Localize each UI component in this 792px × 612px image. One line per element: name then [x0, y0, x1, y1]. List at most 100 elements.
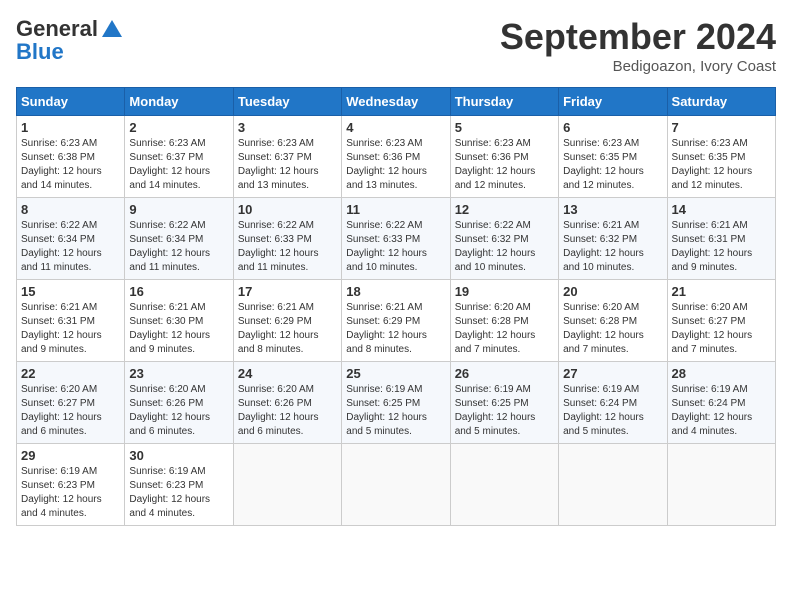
day-info: Sunrise: 6:22 AMSunset: 6:33 PMDaylight:… — [346, 219, 445, 275]
day-info: Sunrise: 6:23 AMSunset: 6:35 PMDaylight:… — [672, 137, 771, 193]
calendar-cell: 23 Sunrise: 6:20 AMSunset: 6:26 PMDayligh… — [125, 362, 233, 444]
logo-icon — [99, 17, 125, 43]
calendar-cell: 27 Sunrise: 6:19 AMSunset: 6:24 PMDayligh… — [559, 362, 667, 444]
day-info: Sunrise: 6:19 AMSunset: 6:24 PMDaylight:… — [672, 383, 771, 439]
calendar-cell: 10Sunrise: 6:22 AMSunset: 6:33 PMDayligh… — [233, 198, 341, 280]
calendar-cell: 6Sunrise: 6:23 AMSunset: 6:35 PMDaylight… — [559, 116, 667, 198]
calendar-cell — [450, 444, 558, 526]
calendar-cell — [342, 444, 450, 526]
day-number: 4 — [346, 120, 445, 135]
calendar-cell — [559, 444, 667, 526]
day-info: Sunrise: 6:20 AMSunset: 6:28 PMDaylight:… — [563, 301, 662, 357]
day-number: 7 — [672, 120, 771, 135]
day-info: Sunrise: 6:20 AMSunset: 6:26 PMDaylight:… — [238, 383, 337, 439]
day-number: 27 — [563, 366, 662, 381]
day-number: 15 — [21, 284, 120, 299]
weekday-header-sunday: Sunday — [17, 88, 125, 116]
day-number: 18 — [346, 284, 445, 299]
calendar-cell — [667, 444, 775, 526]
calendar-cell: 4 Sunrise: 6:23 AMSunset: 6:36 PMDaylight… — [342, 116, 450, 198]
calendar-cell: 13 Sunrise: 6:21 AMSunset: 6:32 PMDayligh… — [559, 198, 667, 280]
calendar-cell: 5 Sunrise: 6:23 AMSunset: 6:36 PMDaylight… — [450, 116, 558, 198]
calendar-cell: 29Sunrise: 6:19 AMSunset: 6:23 PMDayligh… — [17, 444, 125, 526]
week-row-2: 8 Sunrise: 6:22 AMSunset: 6:34 PMDaylight… — [17, 198, 776, 280]
day-info: Sunrise: 6:20 AMSunset: 6:28 PMDaylight:… — [455, 301, 554, 357]
week-row-4: 22Sunrise: 6:20 AMSunset: 6:27 PMDayligh… — [17, 362, 776, 444]
calendar-cell: 1 Sunrise: 6:23 AMSunset: 6:38 PMDaylight… — [17, 116, 125, 198]
calendar-cell: 11Sunrise: 6:22 AMSunset: 6:33 PMDayligh… — [342, 198, 450, 280]
day-number: 19 — [455, 284, 554, 299]
day-number: 10 — [238, 202, 337, 217]
calendar-cell: 21Sunrise: 6:20 AMSunset: 6:27 PMDayligh… — [667, 280, 775, 362]
day-info: Sunrise: 6:21 AMSunset: 6:31 PMDaylight:… — [672, 219, 771, 275]
day-info: Sunrise: 6:22 AMSunset: 6:34 PMDaylight:… — [21, 219, 120, 275]
day-number: 3 — [238, 120, 337, 135]
calendar-cell: 20Sunrise: 6:20 AMSunset: 6:28 PMDayligh… — [559, 280, 667, 362]
day-number: 2 — [129, 120, 228, 135]
day-info: Sunrise: 6:20 AMSunset: 6:26 PMDaylight:… — [129, 383, 228, 439]
calendar-cell: 3 Sunrise: 6:23 AMSunset: 6:37 PMDaylight… — [233, 116, 341, 198]
weekday-header-saturday: Saturday — [667, 88, 775, 116]
day-number: 23 — [129, 366, 228, 381]
day-number: 24 — [238, 366, 337, 381]
day-number: 29 — [21, 448, 120, 463]
day-info: Sunrise: 6:23 AMSunset: 6:37 PMDaylight:… — [129, 137, 228, 193]
day-info: Sunrise: 6:23 AMSunset: 6:38 PMDaylight:… — [21, 137, 120, 193]
location-subtitle: Bedigoazon, Ivory Coast — [500, 58, 776, 75]
page-header: General Blue September 2024 Bedigoazon, … — [16, 16, 776, 75]
calendar-cell: 26 Sunrise: 6:19 AMSunset: 6:25 PMDayligh… — [450, 362, 558, 444]
day-number: 13 — [563, 202, 662, 217]
day-number: 25 — [346, 366, 445, 381]
day-info: Sunrise: 6:20 AMSunset: 6:27 PMDaylight:… — [672, 301, 771, 357]
day-info: Sunrise: 6:21 AMSunset: 6:30 PMDaylight:… — [129, 301, 228, 357]
week-row-5: 29Sunrise: 6:19 AMSunset: 6:23 PMDayligh… — [17, 444, 776, 526]
day-info: Sunrise: 6:21 AMSunset: 6:29 PMDaylight:… — [238, 301, 337, 357]
day-info: Sunrise: 6:19 AMSunset: 6:24 PMDaylight:… — [563, 383, 662, 439]
calendar-cell: 15 Sunrise: 6:21 AMSunset: 6:31 PMDayligh… — [17, 280, 125, 362]
month-title: September 2024 — [500, 16, 776, 58]
calendar-cell: 25Sunrise: 6:19 AMSunset: 6:25 PMDayligh… — [342, 362, 450, 444]
calendar-cell: 2 Sunrise: 6:23 AMSunset: 6:37 PMDaylight… — [125, 116, 233, 198]
title-block: September 2024 Bedigoazon, Ivory Coast — [500, 16, 776, 75]
weekday-header-wednesday: Wednesday — [342, 88, 450, 116]
calendar-cell: 22Sunrise: 6:20 AMSunset: 6:27 PMDayligh… — [17, 362, 125, 444]
weekday-header-monday: Monday — [125, 88, 233, 116]
day-info: Sunrise: 6:22 AMSunset: 6:32 PMDaylight:… — [455, 219, 554, 275]
calendar-cell: 17 Sunrise: 6:21 AMSunset: 6:29 PMDayligh… — [233, 280, 341, 362]
day-number: 8 — [21, 202, 120, 217]
calendar-table: SundayMondayTuesdayWednesdayThursdayFrid… — [16, 87, 776, 526]
day-info: Sunrise: 6:21 AMSunset: 6:29 PMDaylight:… — [346, 301, 445, 357]
weekday-header-tuesday: Tuesday — [233, 88, 341, 116]
day-info: Sunrise: 6:23 AMSunset: 6:37 PMDaylight:… — [238, 137, 337, 193]
day-info: Sunrise: 6:22 AMSunset: 6:34 PMDaylight:… — [129, 219, 228, 275]
calendar-cell — [233, 444, 341, 526]
week-row-3: 15 Sunrise: 6:21 AMSunset: 6:31 PMDayligh… — [17, 280, 776, 362]
day-info: Sunrise: 6:21 AMSunset: 6:31 PMDaylight:… — [21, 301, 120, 357]
calendar-cell: 28 Sunrise: 6:19 AMSunset: 6:24 PMDayligh… — [667, 362, 775, 444]
calendar-cell: 30Sunrise: 6:19 AMSunset: 6:23 PMDayligh… — [125, 444, 233, 526]
day-info: Sunrise: 6:19 AMSunset: 6:25 PMDaylight:… — [455, 383, 554, 439]
calendar-cell: 12 Sunrise: 6:22 AMSunset: 6:32 PMDayligh… — [450, 198, 558, 280]
calendar-cell: 9Sunrise: 6:22 AMSunset: 6:34 PMDaylight… — [125, 198, 233, 280]
calendar-cell: 16 Sunrise: 6:21 AMSunset: 6:30 PMDayligh… — [125, 280, 233, 362]
day-number: 14 — [672, 202, 771, 217]
day-number: 17 — [238, 284, 337, 299]
day-number: 26 — [455, 366, 554, 381]
logo: General Blue — [16, 16, 126, 65]
calendar-cell: 7 Sunrise: 6:23 AMSunset: 6:35 PMDaylight… — [667, 116, 775, 198]
day-number: 16 — [129, 284, 228, 299]
day-number: 30 — [129, 448, 228, 463]
day-info: Sunrise: 6:23 AMSunset: 6:36 PMDaylight:… — [346, 137, 445, 193]
day-number: 12 — [455, 202, 554, 217]
day-info: Sunrise: 6:21 AMSunset: 6:32 PMDaylight:… — [563, 219, 662, 275]
day-info: Sunrise: 6:23 AMSunset: 6:36 PMDaylight:… — [455, 137, 554, 193]
day-number: 5 — [455, 120, 554, 135]
day-number: 28 — [672, 366, 771, 381]
weekday-header-thursday: Thursday — [450, 88, 558, 116]
day-info: Sunrise: 6:23 AMSunset: 6:35 PMDaylight:… — [563, 137, 662, 193]
weekday-header-friday: Friday — [559, 88, 667, 116]
calendar-cell: 8 Sunrise: 6:22 AMSunset: 6:34 PMDaylight… — [17, 198, 125, 280]
calendar-cell: 24 Sunrise: 6:20 AMSunset: 6:26 PMDayligh… — [233, 362, 341, 444]
day-number: 22 — [21, 366, 120, 381]
day-number: 1 — [21, 120, 120, 135]
